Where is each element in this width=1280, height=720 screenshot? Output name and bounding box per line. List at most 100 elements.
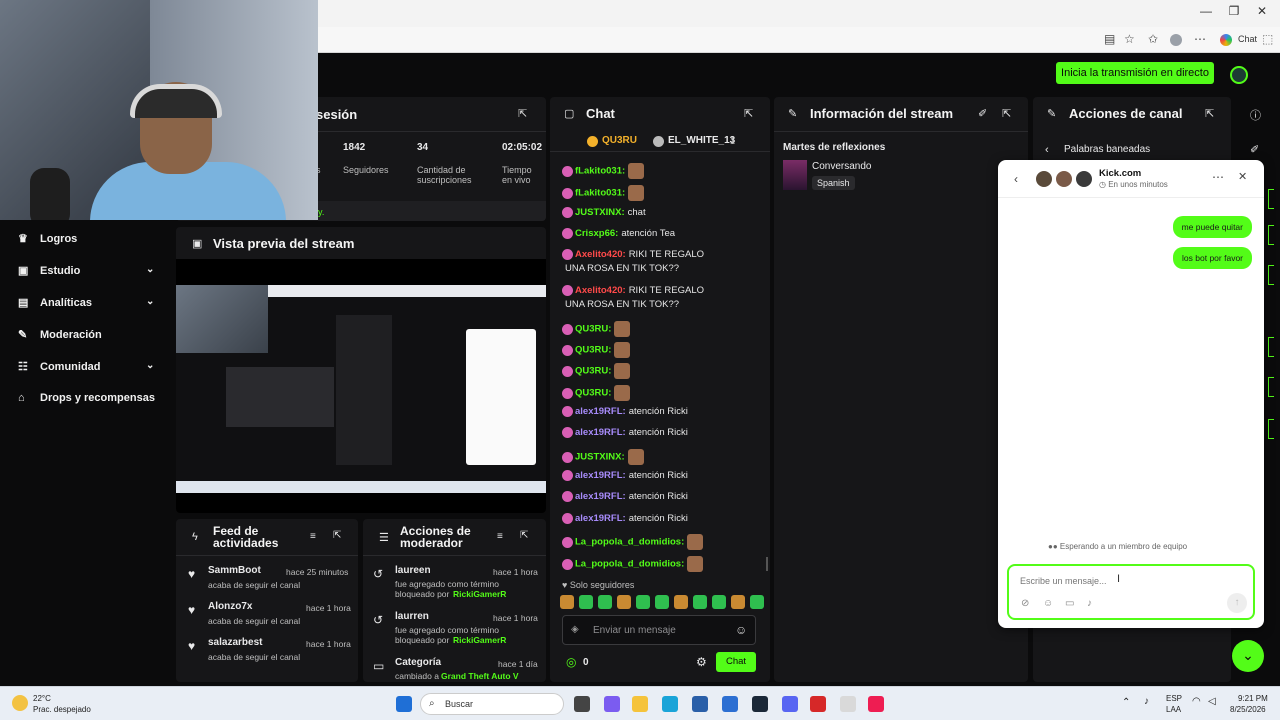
emoji-icon[interactable]: ☺ (1043, 598, 1053, 609)
favorite-icon[interactable]: ☆ (1124, 32, 1135, 46)
chat-username[interactable]: JUSTXINX: (575, 207, 625, 218)
clock-time[interactable]: 9:21 PM (1238, 694, 1268, 703)
support-launcher-button[interactable]: ⌄ (1232, 640, 1264, 672)
mod-by[interactable]: Grand Theft Auto V (441, 671, 519, 681)
tiktok-icon[interactable] (868, 696, 884, 712)
top-user[interactable]: EL_WHITE_13 (668, 135, 735, 146)
outlook-icon[interactable] (722, 696, 738, 712)
category-name[interactable]: Conversando (812, 161, 871, 172)
chat-send-button[interactable]: Chat (716, 652, 756, 672)
feed-user[interactable]: salazarbest (208, 637, 262, 648)
chat-username[interactable]: Axelito420: (575, 249, 626, 260)
chevron-up-icon[interactable]: ⌃ (1122, 697, 1130, 708)
copilot-icon[interactable] (604, 696, 620, 712)
back-icon[interactable]: ‹ (1014, 172, 1018, 186)
stream-preview-video[interactable] (176, 285, 546, 493)
chat-username[interactable]: alex19RFL: (575, 491, 626, 502)
emote-icon[interactable] (674, 595, 688, 609)
discord-icon[interactable] (782, 696, 798, 712)
filter-icon[interactable]: ≡ (497, 531, 503, 542)
taskbar-search[interactable]: ⌕ Buscar (420, 693, 564, 715)
volume-icon[interactable]: ◁ (1208, 696, 1216, 707)
emote-icon[interactable] (598, 595, 612, 609)
chat-username[interactable]: alex19RFL: (575, 427, 626, 438)
chat-username[interactable]: La_popola_d_domidios: (575, 537, 684, 548)
emote-icon[interactable] (617, 595, 631, 609)
store-icon[interactable] (692, 696, 708, 712)
expand-icon[interactable]: ⇱ (518, 107, 527, 120)
gif-icon[interactable]: ▭ (1065, 598, 1074, 609)
sidebar-item-estudio[interactable]: ▣ Estudio ⌄ (18, 264, 168, 277)
profile-icon[interactable] (1170, 34, 1182, 46)
feed-user[interactable]: Alonzo7x (208, 601, 252, 612)
sidebar-item-comunidad[interactable]: ☷ Comunidad ⌄ (18, 360, 168, 373)
chat-username[interactable]: fLakito031: (575, 166, 625, 177)
support-message-input[interactable]: Escribe un mensaje... I ⊘ ☺ ▭ ♪ ↑ (1007, 564, 1255, 620)
lang-2[interactable]: LAA (1166, 705, 1181, 714)
chat-username[interactable]: alex19RFL: (575, 470, 626, 481)
more-icon[interactable]: ⋯ (1212, 170, 1224, 184)
chat-username[interactable]: QU3RU: (575, 345, 611, 356)
mod-by[interactable]: RickiGamerR (453, 635, 506, 645)
chat-username[interactable]: QU3RU: (575, 366, 611, 377)
chat-input[interactable]: ◈ Enviar un mensaje ☺ (562, 615, 756, 645)
weather-icon[interactable] (12, 695, 28, 711)
sidebar-item-analiticas[interactable]: ▤ Analíticas ⌄ (18, 296, 168, 309)
filter-icon[interactable]: ≡ (310, 531, 316, 542)
close-icon[interactable]: ✕ (1238, 170, 1247, 183)
emote-icon[interactable] (693, 595, 707, 609)
expand-icon[interactable]: ⇱ (1002, 107, 1011, 120)
chat-username[interactable]: QU3RU: (575, 324, 611, 335)
emote-icon[interactable] (712, 595, 726, 609)
expand-icon[interactable]: ⇱ (520, 530, 528, 541)
expand-icon[interactable]: ⇱ (744, 107, 753, 120)
sidebar-item-moderacion[interactable]: ✎ Moderación (18, 328, 102, 341)
close-window-button[interactable]: ✕ (1248, 4, 1276, 18)
steam-icon[interactable] (752, 696, 768, 712)
top-user[interactable]: QU3RU (602, 135, 637, 146)
mic-icon[interactable]: ♪ (1144, 696, 1149, 707)
taskview-icon[interactable] (574, 696, 590, 712)
start-icon[interactable] (396, 696, 412, 712)
go-live-button[interactable]: Inicia la transmisión en directo (1056, 62, 1214, 84)
emote-icon[interactable] (579, 595, 593, 609)
explorer-icon[interactable] (632, 696, 648, 712)
edge-icon[interactable] (662, 696, 678, 712)
app-icon[interactable] (810, 696, 826, 712)
emote-icon[interactable] (750, 595, 764, 609)
sidebar-item-drops[interactable]: ⌂ Drops y recompensas (18, 392, 155, 404)
mod-by[interactable]: RickiGamerR (453, 589, 506, 599)
emote-icon[interactable] (636, 595, 650, 609)
chat-username[interactable]: alex19RFL: (575, 406, 626, 417)
copilot-icon[interactable] (1220, 34, 1232, 46)
chat-username[interactable]: Axelito420: (575, 285, 626, 296)
chat-username[interactable]: JUSTXINX: (575, 452, 625, 463)
more-icon[interactable]: ⋯ (1194, 32, 1206, 46)
edit-icon[interactable]: ✐ (978, 107, 987, 120)
feed-user[interactable]: SammBoot (208, 565, 261, 576)
minimize-button[interactable]: — (1192, 4, 1220, 18)
mic-icon[interactable]: ♪ (1087, 598, 1092, 609)
mod-user[interactable]: laurren (395, 611, 429, 622)
chat-username[interactable]: QU3RU: (575, 388, 611, 399)
reader-icon[interactable]: ▤ (1104, 32, 1115, 46)
chat-username[interactable]: La_popola_d_domidios: (575, 559, 684, 570)
emote-icon[interactable] (731, 595, 745, 609)
user-avatar[interactable] (1230, 66, 1248, 84)
app-icon[interactable] (840, 696, 856, 712)
mod-user[interactable]: Categoría (395, 657, 441, 668)
emote-bar[interactable] (560, 595, 764, 611)
emoji-icon[interactable]: ☺ (735, 623, 747, 637)
maximize-button[interactable]: ❐ (1220, 4, 1248, 18)
expand-icon[interactable]: ⇱ (1205, 107, 1214, 120)
favorites-list-icon[interactable]: ✩ (1148, 32, 1158, 46)
chat-username[interactable]: alex19RFL: (575, 513, 626, 524)
expand-icon[interactable]: ⇱ (333, 530, 341, 541)
info-icon[interactable]: ⓘ (1250, 107, 1261, 123)
emote-icon[interactable] (560, 595, 574, 609)
lang-1[interactable]: ESP (1166, 694, 1182, 703)
clock-date[interactable]: 8/25/2026 (1230, 705, 1266, 714)
send-icon[interactable]: ↑ (1227, 593, 1247, 613)
wifi-icon[interactable]: ◠ (1192, 696, 1201, 707)
mod-user[interactable]: laureen (395, 565, 431, 576)
